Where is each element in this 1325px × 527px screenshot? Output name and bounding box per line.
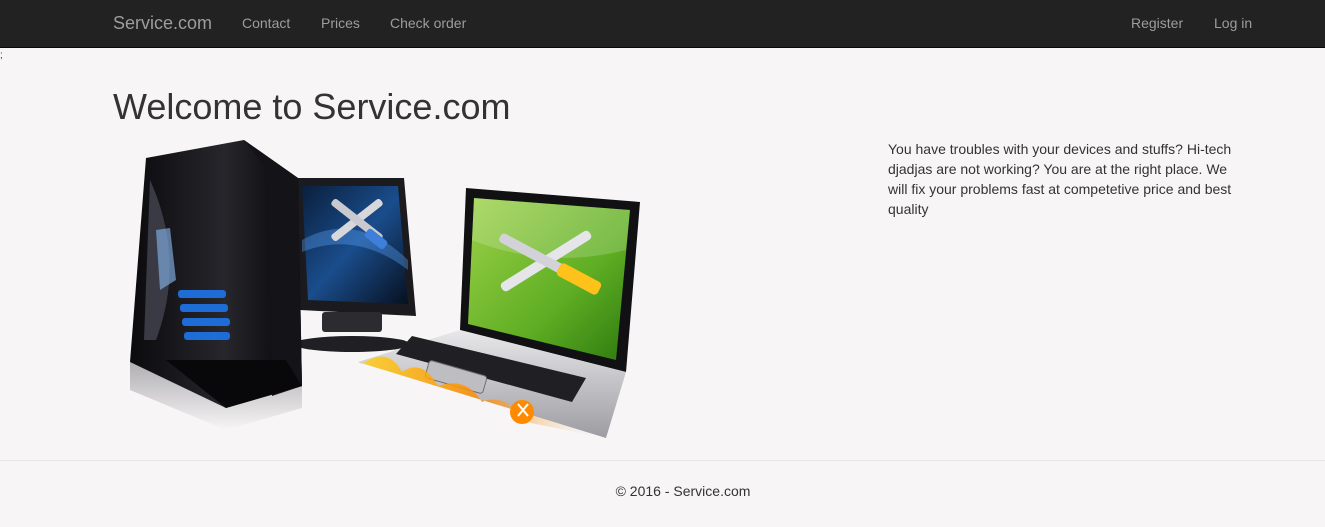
nav-link-contact[interactable]: Contact [242,15,290,31]
page-title: Welcome to Service.com [113,86,511,127]
stray-semicolon: ; [0,50,3,61]
nav-link-prices[interactable]: Prices [321,15,360,31]
top-navbar: Service.com Contact Prices Check order R… [0,0,1325,48]
hero-image [126,140,650,442]
intro-paragraph: You have troubles with your devices and … [888,141,1232,217]
monitor-icon [294,178,416,352]
brand-link[interactable]: Service.com [113,13,212,33]
footer-divider [0,460,1325,461]
nav-link-check-order[interactable]: Check order [390,15,466,31]
nav-link-login[interactable]: Log in [1214,15,1252,31]
footer-copyright: © 2016 - Service.com [615,483,751,499]
nav-link-register[interactable]: Register [1131,15,1183,31]
pc-tower-icon [130,140,302,430]
